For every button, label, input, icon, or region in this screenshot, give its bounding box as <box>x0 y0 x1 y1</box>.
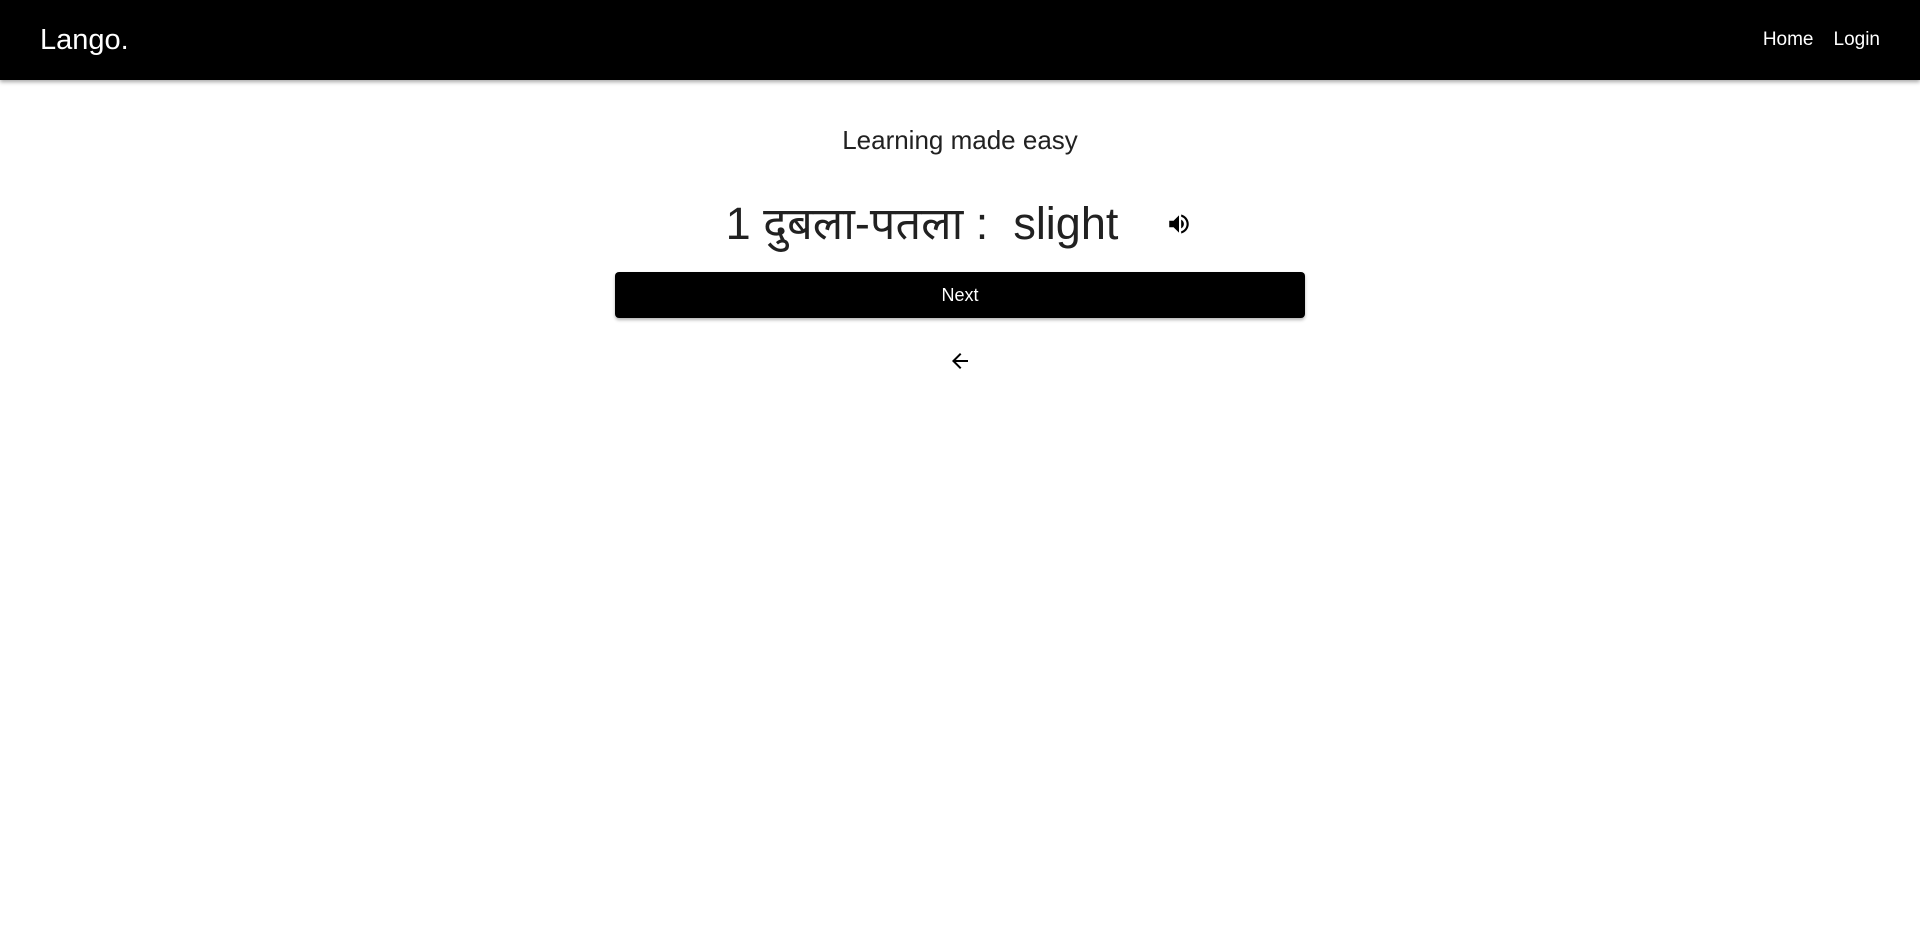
arrow-left-icon[interactable] <box>946 347 974 375</box>
brand-logo[interactable]: Lango. <box>40 22 129 58</box>
word-separator: : <box>963 198 1014 249</box>
next-button[interactable]: Next <box>615 272 1305 318</box>
word-index: 1 <box>725 198 751 249</box>
word-card: 1 दुबला-पतला : slight <box>0 196 1920 252</box>
navbar: Lango. Home Login <box>0 0 1920 80</box>
nav-login-link[interactable]: Login <box>1834 27 1881 53</box>
word-space <box>751 196 764 252</box>
english-word: slight <box>1013 198 1119 249</box>
nav-links: Home Login <box>1763 27 1880 53</box>
hindi-word: दुबला-पतला <box>763 198 964 249</box>
tagline: Learning made easy <box>842 125 1078 155</box>
nav-home-link[interactable]: Home <box>1763 27 1814 53</box>
volume-up-icon[interactable] <box>1164 209 1194 239</box>
